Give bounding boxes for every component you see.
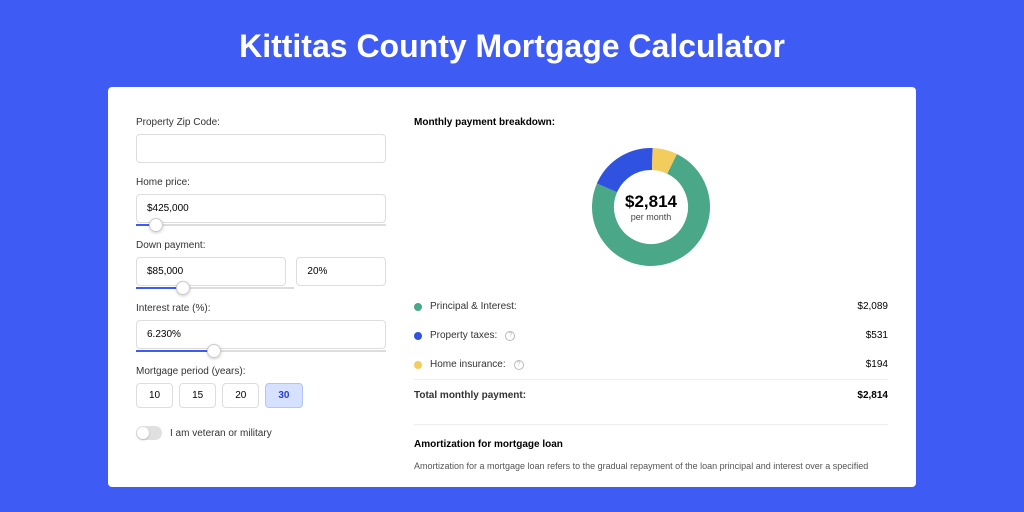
dot-icon (414, 332, 422, 340)
zip-input[interactable] (136, 134, 386, 163)
down-slider-thumb[interactable] (176, 281, 190, 295)
legend-value: $2,089 (857, 301, 888, 312)
rate-slider-thumb[interactable] (207, 344, 221, 358)
period-15-button[interactable]: 15 (179, 383, 216, 408)
down-group: Down payment: (136, 240, 386, 289)
dot-icon (414, 303, 422, 311)
dot-icon (414, 361, 422, 369)
down-amount-input[interactable] (136, 257, 286, 286)
donut-sub: per month (625, 212, 677, 222)
donut-amount: $2,814 (625, 192, 677, 212)
legend-total: Total monthly payment: $2,814 (414, 379, 888, 410)
period-10-button[interactable]: 10 (136, 383, 173, 408)
info-icon[interactable]: ? (514, 360, 524, 370)
rate-slider[interactable] (136, 350, 386, 352)
legend-insurance: Home insurance: ? $194 (414, 350, 888, 379)
price-slider-thumb[interactable] (149, 218, 163, 232)
amort-title: Amortization for mortgage loan (414, 439, 888, 450)
rate-group: Interest rate (%): (136, 303, 386, 352)
amortization-section: Amortization for mortgage loan Amortizat… (414, 424, 888, 473)
breakdown-column: Monthly payment breakdown: $2,814 per mo… (414, 117, 888, 487)
price-label: Home price: (136, 177, 386, 188)
period-20-button[interactable]: 20 (222, 383, 259, 408)
toggle-handle (137, 427, 149, 439)
price-input[interactable] (136, 194, 386, 223)
zip-label: Property Zip Code: (136, 117, 386, 128)
veteran-toggle[interactable] (136, 426, 162, 440)
price-slider[interactable] (136, 224, 386, 226)
legend-label: Principal & Interest: (430, 301, 517, 312)
donut-center: $2,814 per month (625, 192, 677, 222)
down-slider[interactable] (136, 287, 294, 289)
rate-input[interactable] (136, 320, 386, 349)
legend-label: Home insurance: (430, 359, 506, 370)
period-group: Mortgage period (years): 10 15 20 30 (136, 366, 386, 408)
page-title: Kittitas County Mortgage Calculator (0, 0, 1024, 87)
down-pct-input[interactable] (296, 257, 386, 286)
veteran-label: I am veteran or military (170, 428, 272, 439)
rate-label: Interest rate (%): (136, 303, 386, 314)
period-30-button[interactable]: 30 (265, 383, 302, 408)
legend-label: Property taxes: (430, 330, 497, 341)
period-label: Mortgage period (years): (136, 366, 386, 377)
amort-text: Amortization for a mortgage loan refers … (414, 460, 888, 473)
rate-slider-fill (136, 350, 214, 352)
legend-taxes: Property taxes: ? $531 (414, 321, 888, 350)
legend-value: $194 (866, 359, 888, 370)
zip-group: Property Zip Code: (136, 117, 386, 163)
donut-chart: $2,814 per month (414, 146, 888, 268)
form-column: Property Zip Code: Home price: Down paym… (136, 117, 386, 487)
total-label: Total monthly payment: (414, 390, 526, 401)
total-value: $2,814 (857, 390, 888, 401)
price-group: Home price: (136, 177, 386, 226)
period-options: 10 15 20 30 (136, 383, 386, 408)
calculator-card: Property Zip Code: Home price: Down paym… (108, 87, 916, 487)
legend-value: $531 (866, 330, 888, 341)
legend-principal: Principal & Interest: $2,089 (414, 292, 888, 321)
breakdown-title: Monthly payment breakdown: (414, 117, 888, 128)
info-icon[interactable]: ? (505, 331, 515, 341)
down-label: Down payment: (136, 240, 386, 251)
veteran-row: I am veteran or military (136, 426, 386, 440)
